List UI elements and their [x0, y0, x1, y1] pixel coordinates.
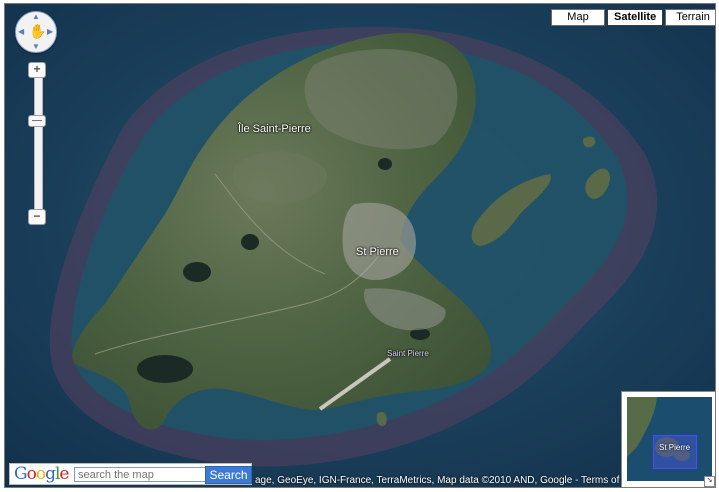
zoom-out-button[interactable]: − — [28, 209, 46, 225]
map-type-control: Map Satellite Terrain — [549, 9, 715, 26]
map-type-satellite-button[interactable]: Satellite — [607, 9, 663, 26]
pan-left-icon[interactable]: ◀ — [18, 28, 24, 36]
map-label-town: St Pierre — [356, 246, 399, 258]
overview-viewport-box[interactable] — [653, 435, 697, 469]
hand-pan-icon[interactable]: ✋ — [29, 23, 46, 40]
zoom-slider-track[interactable] — [34, 74, 43, 221]
collapse-arrow-icon[interactable]: ↘ — [704, 476, 715, 487]
google-logo[interactable]: Google — [14, 464, 69, 484]
search-input[interactable] — [74, 467, 210, 482]
pan-down-icon[interactable]: ▼ — [32, 43, 40, 51]
zoom-slider-handle[interactable] — [28, 115, 46, 127]
satellite-map[interactable]: Île Saint-Pierre St Pierre Saint Pierre … — [4, 3, 716, 488]
map-type-terrain-button[interactable]: Terrain — [665, 9, 715, 26]
overview-map[interactable]: St Pierre ↘ — [621, 391, 715, 487]
overview-label: St Pierre — [659, 443, 691, 452]
overview-map-image[interactable]: St Pierre — [627, 397, 712, 481]
zoom-in-button[interactable]: + — [28, 62, 46, 78]
search-bar: Google Search — [9, 463, 252, 485]
pan-up-icon[interactable]: ▲ — [32, 13, 40, 21]
pan-right-icon[interactable]: ▶ — [47, 28, 53, 36]
map-label-airport: Saint Pierre — [387, 349, 429, 358]
search-button[interactable]: Search — [205, 466, 252, 484]
map-attribution[interactable]: age, GeoEye, IGN-France, TerraMetrics, M… — [255, 475, 640, 486]
pan-control[interactable]: ▲ ▼ ◀ ▶ ✋ — [15, 11, 57, 53]
map-type-map-button[interactable]: Map — [551, 9, 605, 26]
map-label-island: Île Saint-Pierre — [238, 123, 311, 135]
